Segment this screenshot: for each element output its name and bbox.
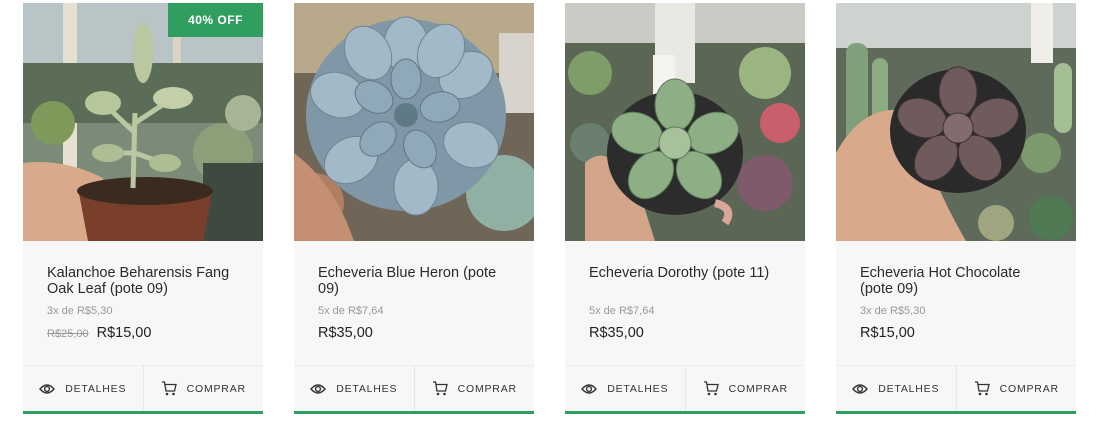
cart-icon <box>161 381 177 396</box>
price: R$15,00 <box>860 325 915 341</box>
buy-button[interactable]: COMPRAR <box>413 366 535 411</box>
cart-icon <box>974 381 990 396</box>
installments-text: 5x de R$7,64 <box>318 305 384 317</box>
buy-button[interactable]: COMPRAR <box>684 366 806 411</box>
product-card: Echeveria Blue Heron (pote 09) 5x de R$7… <box>294 3 534 414</box>
discount-badge: 40% OFF <box>168 3 263 37</box>
product-name[interactable]: Echeveria Blue Heron (pote 09) <box>318 265 510 299</box>
cart-icon <box>703 381 719 396</box>
installments-text: 3x de R$5,30 <box>47 305 113 317</box>
product-name[interactable]: Echeveria Dorothy (pote 11) <box>589 265 781 299</box>
product-grid: 40% OFF Kalanchoe Beharensis Fang Oak Le… <box>0 0 1104 434</box>
installments-text: 5x de R$7,64 <box>589 305 655 317</box>
product-name[interactable]: Echeveria Hot Chocolate (pote 09) <box>860 265 1052 299</box>
product-card: Echeveria Dorothy (pote 11) 5x de R$7,64… <box>565 3 805 414</box>
card-accent-bar <box>294 411 534 414</box>
details-label: DETALHES <box>878 382 940 395</box>
details-button[interactable]: DETALHES <box>23 366 143 411</box>
price: R$35,00 <box>589 325 644 341</box>
product-card: 40% OFF Kalanchoe Beharensis Fang Oak Le… <box>23 3 263 414</box>
product-image[interactable]: 40% OFF <box>23 3 263 241</box>
details-button[interactable]: DETALHES <box>565 366 685 411</box>
old-price: R$25,00 <box>47 328 89 340</box>
price: R$35,00 <box>318 325 373 341</box>
buy-label: COMPRAR <box>186 382 246 395</box>
eye-icon <box>581 383 598 394</box>
installments-text: 3x de R$5,30 <box>860 305 926 317</box>
cart-icon <box>432 381 448 396</box>
details-label: DETALHES <box>607 382 669 395</box>
buy-button[interactable]: COMPRAR <box>955 366 1077 411</box>
buy-label: COMPRAR <box>457 382 517 395</box>
buy-button[interactable]: COMPRAR <box>142 366 264 411</box>
product-image[interactable] <box>565 3 805 241</box>
details-button[interactable]: DETALHES <box>836 366 956 411</box>
eye-icon <box>310 383 327 394</box>
buy-label: COMPRAR <box>999 382 1059 395</box>
card-accent-bar <box>565 411 805 414</box>
product-name[interactable]: Kalanchoe Beharensis Fang Oak Leaf (pote… <box>47 265 239 299</box>
buy-label: COMPRAR <box>728 382 788 395</box>
price: R$15,00 <box>96 325 152 341</box>
eye-icon <box>852 383 869 394</box>
product-image[interactable] <box>294 3 534 241</box>
product-image[interactable] <box>836 3 1076 241</box>
eye-icon <box>39 383 56 394</box>
card-accent-bar <box>23 411 263 414</box>
product-card: Echeveria Hot Chocolate (pote 09) 3x de … <box>836 3 1076 414</box>
details-button[interactable]: DETALHES <box>294 366 414 411</box>
details-label: DETALHES <box>336 382 398 395</box>
card-accent-bar <box>836 411 1076 414</box>
details-label: DETALHES <box>65 382 127 395</box>
